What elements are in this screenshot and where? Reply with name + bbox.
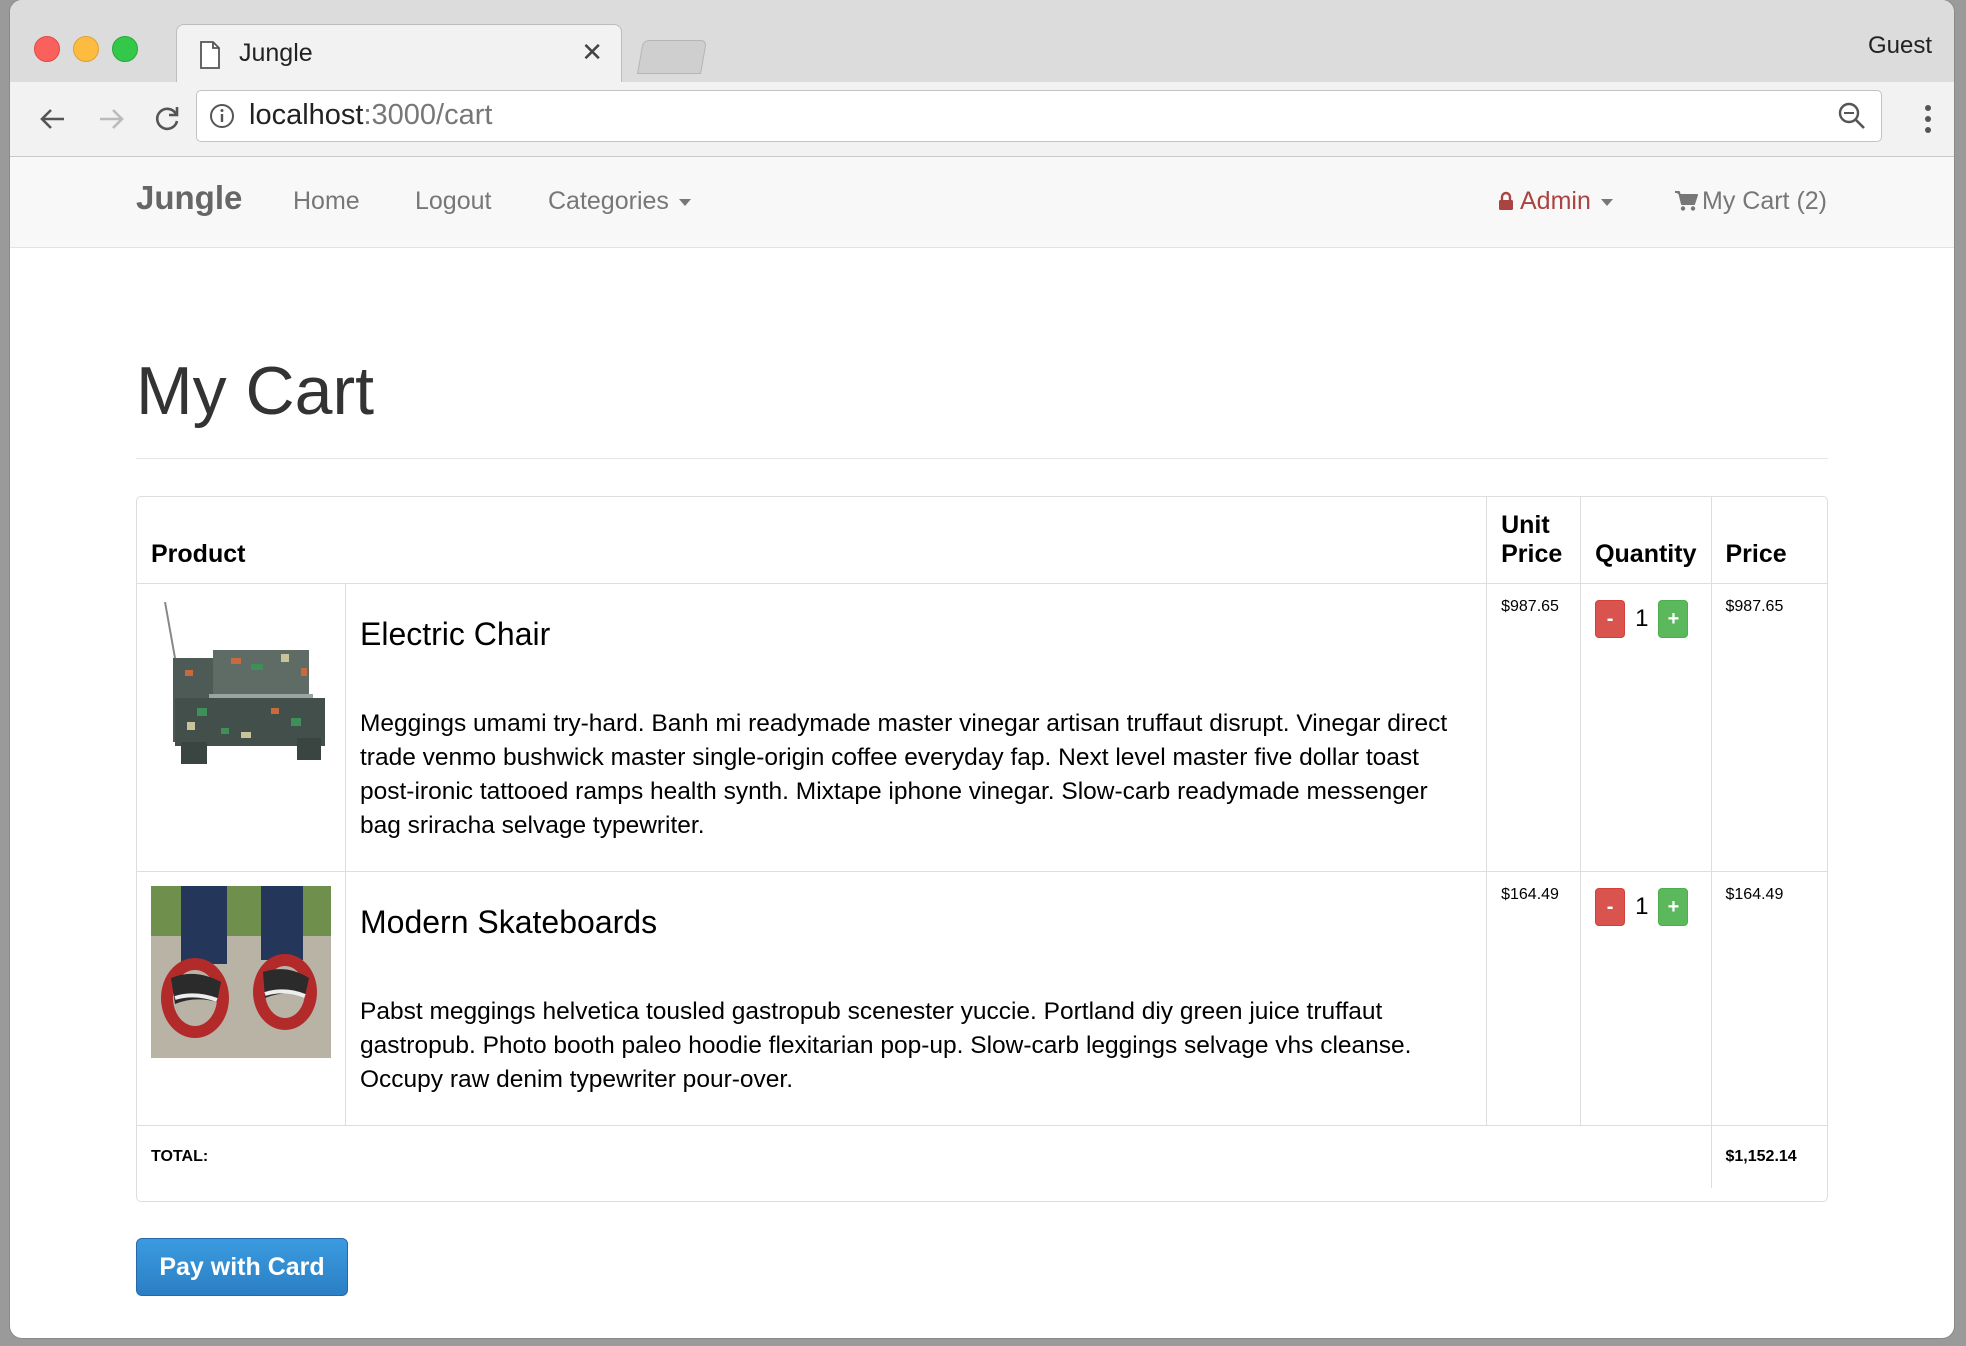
product-image-electric-chair[interactable]: [151, 598, 331, 774]
header-quantity: Quantity: [1580, 497, 1712, 584]
window-controls: [34, 36, 138, 62]
chevron-down-icon: [678, 198, 691, 206]
total-label: TOTAL:: [137, 1125, 1712, 1188]
forward-button[interactable]: [92, 100, 130, 138]
product-name: Modern Skateboards: [360, 904, 658, 940]
my-cart-label: My Cart (2): [1702, 187, 1827, 215]
admin-label: Admin: [1520, 187, 1591, 215]
reload-button[interactable]: [148, 100, 186, 138]
product-image-modern-skateboards[interactable]: [151, 886, 331, 1058]
forward-arrow-icon: [100, 109, 124, 129]
page-title: My Cart: [136, 353, 374, 429]
unit-price: $164.49: [1486, 871, 1582, 1126]
table-row: Electric Chair Meggings umami try-hard. …: [137, 583, 1827, 872]
cart-icon: [1675, 191, 1698, 211]
url-path: :3000/cart: [363, 99, 493, 131]
line-price: $164.49: [1710, 871, 1827, 1126]
nav-logout[interactable]: Logout: [415, 187, 491, 216]
product-image-cell: [137, 871, 346, 1126]
reload-icon: [156, 107, 179, 131]
url-text[interactable]: localhost:3000/cart: [249, 99, 492, 132]
quantity-cell: - 1 +: [1580, 871, 1712, 1126]
close-tab-icon[interactable]: ✕: [581, 37, 603, 68]
quantity-cell: - 1 +: [1580, 583, 1712, 872]
chevron-down-icon: [1600, 198, 1613, 206]
product-image-cell: [137, 583, 346, 872]
total-row: TOTAL: $1,152.14: [137, 1125, 1827, 1188]
product-info-cell: Electric Chair Meggings umami try-hard. …: [344, 583, 1488, 872]
maximize-window-button[interactable]: [112, 36, 138, 62]
table-row: Modern Skateboards Pabst meggings helvet…: [137, 871, 1827, 1126]
browser-titlebar: Jungle ✕ Guest: [10, 0, 1954, 83]
site-navbar: Jungle Home Logout Categories Admin My C…: [10, 157, 1954, 248]
nav-home[interactable]: Home: [293, 187, 360, 216]
browser-toolbar: localhost:3000/cart: [10, 82, 1954, 157]
title-divider: [136, 458, 1828, 459]
decrease-quantity-button[interactable]: -: [1595, 888, 1626, 926]
profile-label[interactable]: Guest: [1868, 32, 1932, 60]
header-product: Product: [137, 497, 1488, 584]
minimize-window-button[interactable]: [73, 36, 99, 62]
browser-tab[interactable]: Jungle ✕: [176, 24, 622, 83]
cart-table: Product Unit Price Quantity Price Electr…: [136, 496, 1828, 1202]
quantity-value: 1: [1635, 893, 1649, 920]
product-info-cell: Modern Skateboards Pabst meggings helvet…: [344, 871, 1488, 1126]
nav-my-cart[interactable]: My Cart (2): [1674, 187, 1827, 216]
quantity-value: 1: [1635, 605, 1649, 632]
browser-window: Jungle ✕ Guest localhost:3000/cart Jungl…: [10, 0, 1954, 1338]
product-description: Pabst meggings helvetica tousled gastrop…: [360, 998, 1412, 1093]
categories-label: Categories: [548, 187, 669, 215]
pay-with-card-button[interactable]: Pay with Card: [136, 1238, 348, 1296]
decrease-quantity-button[interactable]: -: [1595, 600, 1626, 638]
increase-quantity-button[interactable]: +: [1658, 600, 1689, 638]
line-price: $987.65: [1710, 583, 1827, 872]
nav-admin-dropdown[interactable]: Admin: [1498, 187, 1613, 216]
more-menu-icon[interactable]: [1924, 104, 1932, 134]
info-icon[interactable]: [209, 103, 235, 129]
document-icon: [200, 41, 220, 69]
unit-price: $987.65: [1486, 583, 1582, 872]
total-value: $1,152.14: [1710, 1125, 1827, 1188]
header-price: Price: [1710, 497, 1827, 584]
product-description: Meggings umami try-hard. Banh mi readyma…: [360, 710, 1448, 839]
back-button[interactable]: [34, 100, 72, 138]
nav-categories-dropdown[interactable]: Categories: [548, 187, 691, 216]
quantity-stepper: - 1 +: [1595, 600, 1696, 638]
header-unit-price: Unit Price: [1486, 497, 1582, 584]
lock-icon: [1499, 191, 1513, 210]
quantity-stepper: - 1 +: [1595, 888, 1696, 926]
url-host: localhost: [249, 99, 364, 131]
search-icon[interactable]: [1837, 101, 1867, 131]
tab-title: Jungle: [239, 39, 313, 67]
table-header-row: Product Unit Price Quantity Price: [137, 497, 1827, 584]
increase-quantity-button[interactable]: +: [1658, 888, 1689, 926]
back-arrow-icon: [40, 109, 64, 129]
product-name: Electric Chair: [360, 616, 551, 652]
close-window-button[interactable]: [34, 36, 60, 62]
new-tab-button[interactable]: [637, 40, 707, 74]
address-bar[interactable]: localhost:3000/cart: [196, 90, 1882, 142]
brand-link[interactable]: Jungle: [136, 179, 242, 217]
